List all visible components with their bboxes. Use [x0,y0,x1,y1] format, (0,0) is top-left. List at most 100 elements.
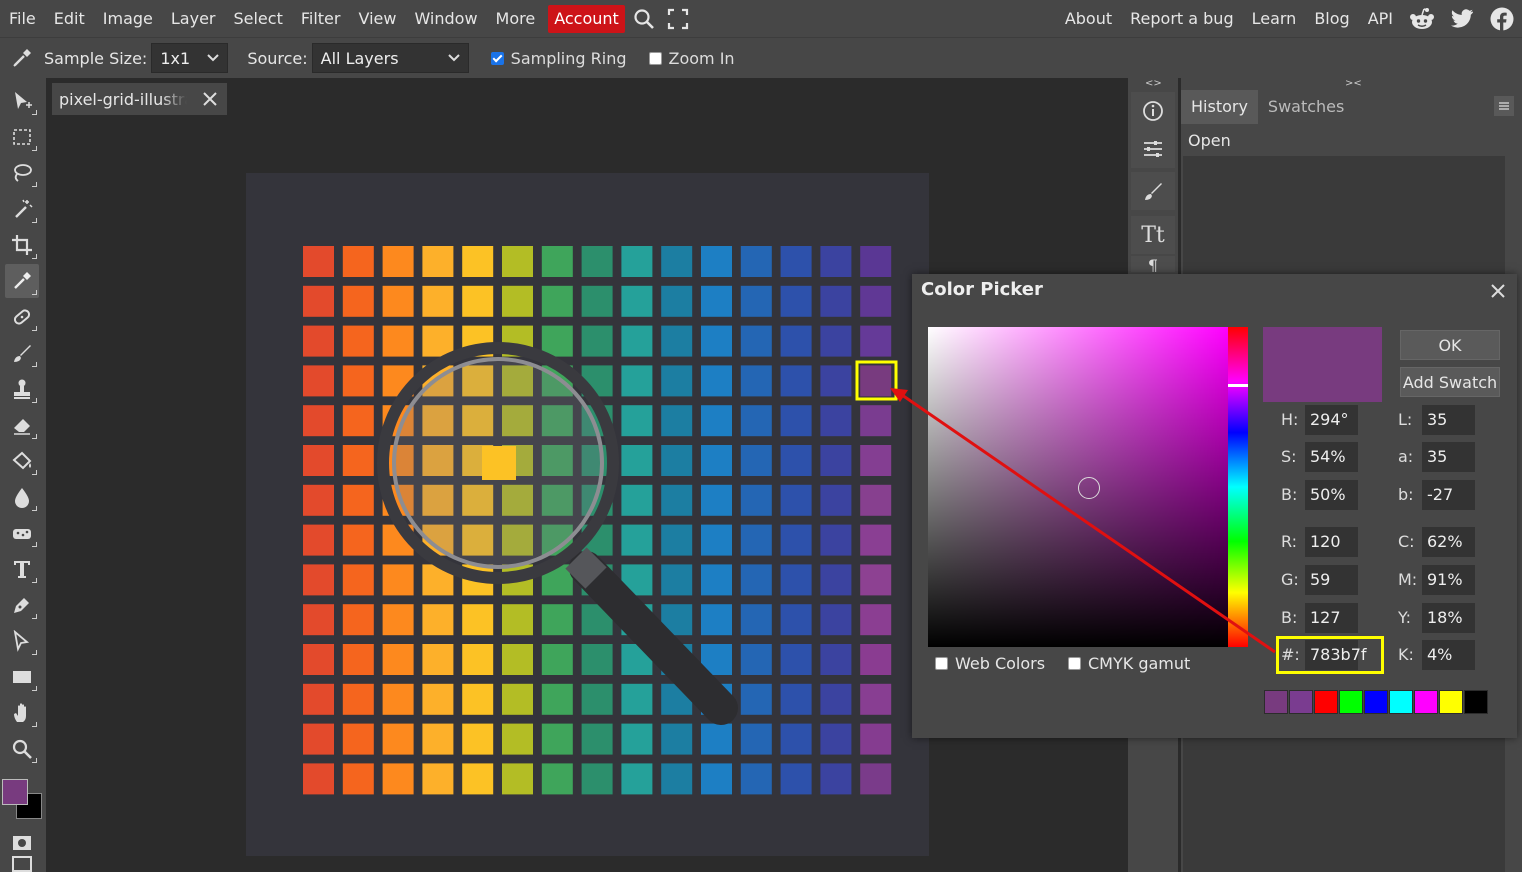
magic-wand-icon[interactable] [5,192,39,226]
hue-slider[interactable] [1228,327,1248,647]
brightness-input[interactable]: 50% [1305,480,1358,510]
account-button[interactable]: Account [548,4,625,33]
paragraph-icon[interactable]: ¶ [1131,256,1175,272]
lasso-tool-icon[interactable] [5,156,39,190]
grid-cell [342,644,374,675]
red-input[interactable]: 120 [1305,527,1358,557]
green-input[interactable]: 59 [1305,565,1358,595]
fullscreen-icon[interactable] [663,0,693,37]
character-icon[interactable]: Tt [1131,216,1175,254]
collapse-arrows-icon[interactable]: <> [1145,78,1162,89]
menu-window[interactable]: Window [405,0,486,37]
swatch[interactable] [1464,690,1488,714]
hue-slider-handle[interactable] [1228,384,1248,387]
healing-brush-icon[interactable] [5,300,39,334]
lab-a-input[interactable]: 35 [1422,442,1475,472]
swatch[interactable] [1414,690,1438,714]
cyan-input[interactable]: 62% [1422,527,1475,557]
swatch[interactable] [1439,690,1463,714]
clone-stamp-icon[interactable] [5,372,39,406]
tab-history[interactable]: History [1181,90,1258,124]
move-tool-icon[interactable] [5,84,39,118]
adjustments-icon[interactable] [1131,130,1175,168]
paint-bucket-icon[interactable] [5,444,39,478]
sampling-ring-checkbox[interactable]: Sampling Ring [490,49,627,68]
menu-view[interactable]: View [349,0,405,37]
ok-button[interactable]: OK [1400,330,1500,360]
source-select[interactable]: All Layers [311,43,469,73]
swatch[interactable] [1264,690,1288,714]
zoom-in-checkbox[interactable]: Zoom In [648,49,735,68]
sample-size-select[interactable]: 1x1 [151,43,229,73]
tab-swatches[interactable]: Swatches [1258,90,1354,124]
facebook-icon[interactable] [1482,0,1522,37]
blog-link[interactable]: Blog [1305,0,1358,37]
menu-image[interactable]: Image [94,0,162,37]
menu-bar: File Edit Image Layer Select Filter View… [0,0,1522,37]
document-tab[interactable]: pixel-grid-illustration [52,83,227,115]
foreground-color-front [2,779,28,805]
hue-input[interactable]: 294° [1305,405,1358,435]
lab-l-input[interactable]: 35 [1422,405,1475,435]
marquee-tool-icon[interactable] [5,120,39,154]
brush-tool-icon[interactable] [5,336,39,370]
image-canvas[interactable] [246,173,929,856]
add-swatch-button[interactable]: Add Swatch [1400,367,1500,397]
saturation-brightness-field[interactable] [928,327,1228,647]
blur-tool-icon[interactable] [5,480,39,514]
black-input[interactable]: 4% [1422,640,1475,670]
swatch[interactable] [1364,690,1388,714]
path-select-icon[interactable] [5,624,39,658]
quick-mask-icon[interactable] [5,826,39,860]
magenta-input[interactable]: 91% [1422,565,1475,595]
menu-select[interactable]: Select [224,0,291,37]
hand-tool-icon[interactable] [5,696,39,730]
collapse-panel-icon[interactable]: >< [1345,78,1362,89]
history-item[interactable]: Open [1183,126,1505,156]
yellow-input[interactable]: 18% [1422,603,1475,633]
brush-settings-icon[interactable] [1131,172,1175,210]
panel-menu-icon[interactable] [1494,96,1514,116]
api-link[interactable]: API [1359,0,1402,37]
lab-b-input[interactable]: -27 [1422,480,1475,510]
color-cursor[interactable] [1078,477,1100,499]
crop-tool-icon[interactable] [5,228,39,262]
close-icon[interactable] [201,90,219,108]
screen-mode-icon[interactable] [5,856,39,872]
zoom-tool-icon[interactable] [5,732,39,766]
type-tool-icon[interactable] [5,552,39,586]
twitter-icon[interactable] [1442,0,1482,37]
search-icon[interactable] [629,0,659,37]
pen-tool-icon[interactable] [5,588,39,622]
reddit-icon[interactable] [1402,0,1442,37]
field-label: K: [1398,645,1414,664]
swatch[interactable] [1389,690,1413,714]
menu-filter[interactable]: Filter [292,0,350,37]
info-icon[interactable] [1131,92,1175,130]
report-bug-link[interactable]: Report a bug [1121,0,1242,37]
swatch[interactable] [1314,690,1338,714]
about-link[interactable]: About [1056,0,1121,37]
web-colors-checkbox[interactable]: Web Colors [935,654,1045,673]
eyedropper-tool-icon[interactable] [5,264,39,298]
grid-cell [740,405,772,437]
menu-edit[interactable]: Edit [45,0,94,37]
cmyk-gamut-checkbox[interactable]: CMYK gamut [1068,654,1190,673]
learn-link[interactable]: Learn [1243,0,1306,37]
menu-layer[interactable]: Layer [162,0,225,37]
grid-cell [502,604,533,636]
grid-cell [860,723,892,755]
menu-more[interactable]: More [487,0,545,37]
menu-file[interactable]: File [0,0,45,37]
swatch[interactable] [1339,690,1363,714]
grid-cell [860,644,892,675]
shape-tool-icon[interactable] [5,660,39,694]
swatch[interactable] [1289,690,1313,714]
saturation-input[interactable]: 54% [1305,442,1358,472]
grid-cell [860,524,892,556]
grid-cell [860,604,892,636]
eraser-tool-icon[interactable] [5,408,39,442]
blue-input[interactable]: 127 [1305,603,1358,633]
sponge-tool-icon[interactable] [5,516,39,550]
close-icon[interactable] [1489,282,1507,300]
